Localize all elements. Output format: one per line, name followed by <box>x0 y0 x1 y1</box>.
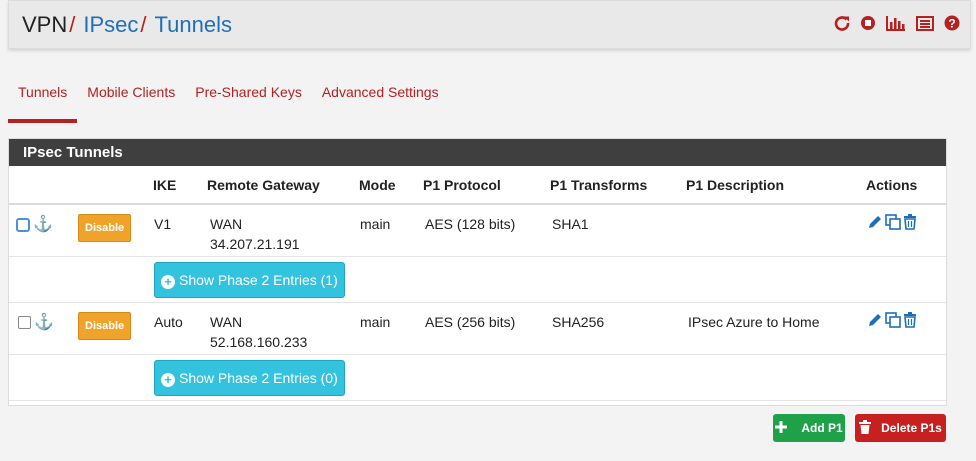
show-phase2-button[interactable]: + Show Phase 2 Entries (0) <box>154 359 345 396</box>
breadcrumb-ipsec[interactable]: IPsec <box>83 12 138 37</box>
mode-value: main <box>360 216 391 232</box>
protocol-value: AES (128 bits) <box>425 216 516 232</box>
breadcrumb-vpn: VPN <box>22 12 68 37</box>
description-value: IPsec Azure to Home <box>688 313 820 330</box>
panel-title: IPsec Tunnels <box>9 139 946 166</box>
plus-circle-icon: + <box>161 372 175 387</box>
breadcrumb: VPN/IPsec/Tunnels <box>22 12 232 38</box>
stop-icon[interactable] <box>860 15 876 31</box>
gateway-ip: 34.207.21.191 <box>210 236 300 252</box>
breadcrumb-separator: / <box>69 12 76 37</box>
add-p1-label: Add P1 <box>801 421 843 435</box>
anchor-icon[interactable]: ⚓ <box>33 216 53 233</box>
mode-value: main <box>360 313 391 330</box>
phase2-row: + Show Phase 2 Entries (0) <box>9 354 946 400</box>
col-p1-description: P1 Description <box>686 166 866 205</box>
tab-mobile-clients[interactable]: Mobile Clients <box>77 80 185 113</box>
row-actions <box>866 302 946 354</box>
anchor-icon[interactable]: ⚓ <box>34 314 54 331</box>
copy-icon[interactable] <box>885 214 901 230</box>
list-icon[interactable] <box>916 15 934 31</box>
copy-icon[interactable] <box>885 311 901 328</box>
col-mode: Mode <box>359 166 423 205</box>
row-checkbox[interactable] <box>16 218 30 233</box>
tab-advanced-settings[interactable]: Advanced Settings <box>312 80 449 113</box>
header-bar: VPN/IPsec/Tunnels ? <box>8 0 971 49</box>
ike-value: V1 <box>154 216 172 232</box>
protocol-value: AES (256 bits) <box>425 313 516 330</box>
col-p1-transforms: P1 Transforms <box>550 166 686 205</box>
header-icons: ? <box>834 15 960 31</box>
svg-text:?: ? <box>948 17 955 31</box>
show-phase2-label: Show Phase 2 Entries (1) <box>179 271 338 288</box>
col-ike: IKE <box>153 166 207 205</box>
disable-button[interactable]: Disable <box>78 311 132 340</box>
gateway-interface: WAN <box>210 216 243 232</box>
ike-value: Auto <box>154 313 183 330</box>
table-row: ⚓ Disable V1 WAN 34.207.21.191 main AES (… <box>9 204 946 256</box>
edit-icon[interactable] <box>867 214 883 230</box>
tab-bar: Tunnels Mobile Clients Pre-Shared Keys A… <box>8 80 449 123</box>
table-header-row: IKE Remote Gateway Mode P1 Protocol P1 T… <box>9 166 946 205</box>
description-value <box>686 204 866 256</box>
edit-icon[interactable] <box>867 312 883 328</box>
col-actions: Actions <box>866 166 946 205</box>
show-phase2-label: Show Phase 2 Entries (0) <box>179 369 338 386</box>
tab-pre-shared-keys[interactable]: Pre-Shared Keys <box>185 80 312 113</box>
gateway-ip: 52.168.160.233 <box>210 333 308 350</box>
tab-tunnels[interactable]: Tunnels <box>8 80 78 123</box>
transforms-value: SHA1 <box>552 216 589 232</box>
plus-circle-icon: + <box>161 274 175 289</box>
ipsec-tunnels-panel: IPsec Tunnels IKE Remote Gateway Mode P1… <box>8 138 947 406</box>
disable-button[interactable]: Disable <box>78 214 132 242</box>
trash-icon <box>859 419 872 437</box>
transforms-value: SHA256 <box>552 313 605 330</box>
chart-icon[interactable] <box>886 15 906 31</box>
phase2-row: + Show Phase 2 Entries (1) <box>9 256 946 302</box>
col-p1-protocol: P1 Protocol <box>423 166 550 205</box>
delete-p1s-button[interactable]: Delete P1s <box>855 414 946 442</box>
show-phase2-button[interactable]: + Show Phase 2 Entries (1) <box>154 261 345 298</box>
gateway-interface: WAN <box>210 313 243 330</box>
table-row: ⚓ Disable Auto WAN 52.168.160.233 main AE… <box>9 302 946 354</box>
breadcrumb-separator: / <box>140 12 147 37</box>
add-p1-button[interactable]: Add P1 <box>773 414 845 442</box>
col-remote-gateway: Remote Gateway <box>207 166 359 205</box>
trash-icon[interactable] <box>903 311 917 328</box>
row-checkbox[interactable] <box>18 316 31 330</box>
help-icon[interactable]: ? <box>944 15 960 31</box>
row-actions <box>866 204 946 256</box>
restart-icon[interactable] <box>834 15 850 31</box>
tunnels-table: IKE Remote Gateway Mode P1 Protocol P1 T… <box>9 166 946 401</box>
plus-icon <box>775 420 788 436</box>
breadcrumb-tunnels[interactable]: Tunnels <box>155 12 232 37</box>
trash-icon[interactable] <box>903 214 917 230</box>
delete-p1s-label: Delete P1s <box>881 421 942 435</box>
